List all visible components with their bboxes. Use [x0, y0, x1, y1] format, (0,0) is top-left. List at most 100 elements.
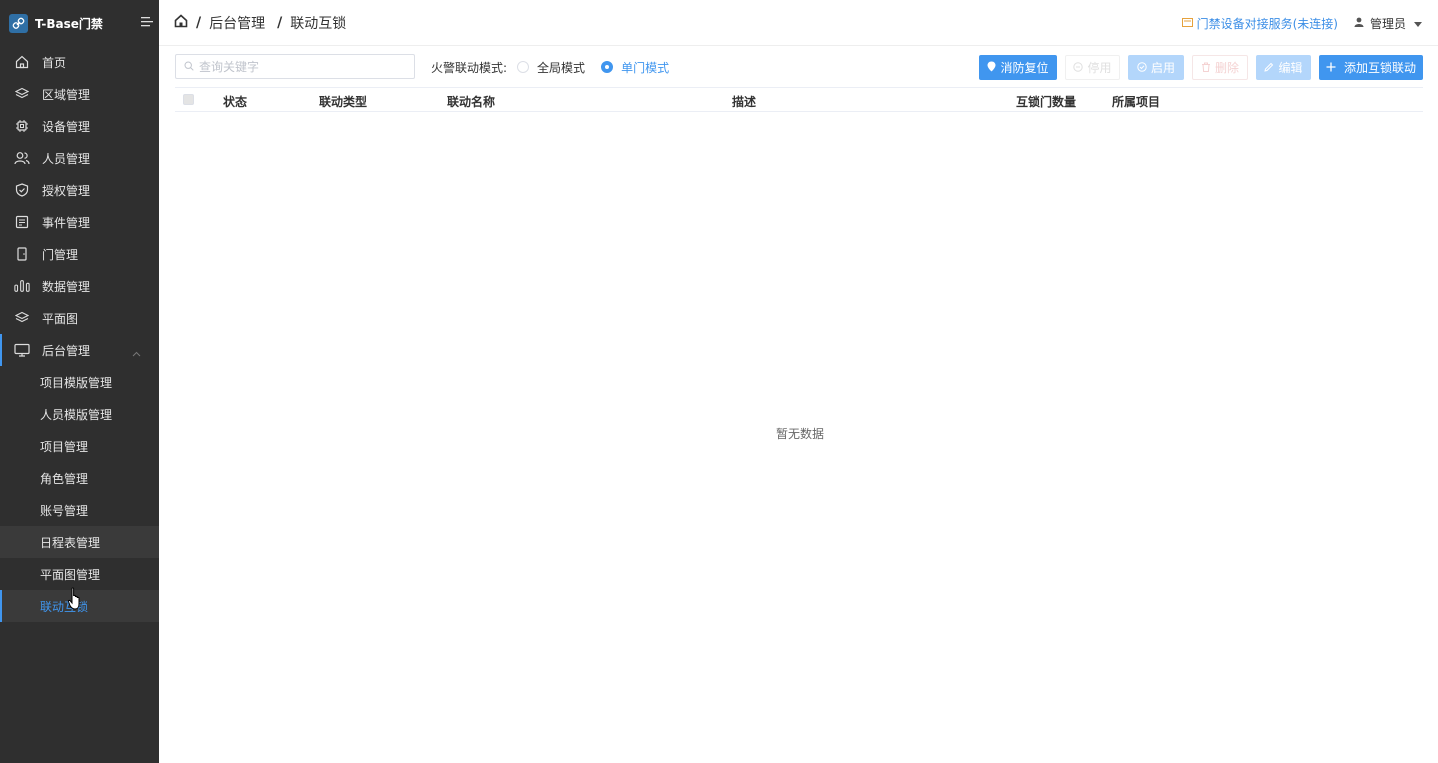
- column-header-description: 描述: [732, 95, 757, 109]
- sidebar-item-events[interactable]: 事件管理: [0, 206, 159, 238]
- sidebar-subitem-label: 账号管理: [40, 503, 89, 518]
- sidebar-item-label: 首页: [42, 55, 67, 70]
- sidebar-subitem-label: 角色管理: [40, 471, 89, 486]
- sidebar-item-label: 设备管理: [42, 119, 91, 134]
- sidebar-subitem-role[interactable]: 角色管理: [0, 462, 159, 494]
- sidebar-item-data[interactable]: 数据管理: [0, 270, 159, 302]
- sidebar-item-label: 后台管理: [42, 343, 91, 358]
- edit-button[interactable]: 编辑: [1256, 55, 1311, 80]
- check-circle-icon: [1137, 61, 1147, 75]
- breadcrumb-separator: /: [196, 14, 202, 31]
- sidebar-item-people[interactable]: 人员管理: [0, 142, 159, 174]
- sidebar-subitem-label: 项目管理: [40, 439, 89, 454]
- sidebar-subitem-label: 人员模版管理: [40, 407, 113, 422]
- breadcrumb-item[interactable]: 后台管理: [209, 13, 265, 33]
- header-right: 门禁设备对接服务(未连接) 管理员: [1181, 0, 1422, 46]
- sidebar-subitem-account[interactable]: 账号管理: [0, 494, 159, 526]
- sidebar-item-auth[interactable]: 授权管理: [0, 174, 159, 206]
- caret-down-icon: [1414, 16, 1422, 30]
- sidebar-item-label: 授权管理: [42, 183, 91, 198]
- search-placeholder: 查询关键字: [199, 60, 260, 74]
- collapse-menu-icon[interactable]: [141, 16, 154, 28]
- service-status-text: 门禁设备对接服务(未连接): [1196, 16, 1338, 31]
- pencil-icon: [1264, 61, 1274, 75]
- sidebar-item-label: 数据管理: [42, 279, 91, 294]
- breadcrumb: / 后台管理 / 联动互锁: [174, 13, 346, 33]
- enable-button[interactable]: 启用: [1128, 55, 1184, 80]
- button-label: 删除: [1214, 61, 1239, 75]
- search-input[interactable]: 查询关键字: [175, 54, 415, 79]
- chevron-up-icon: [132, 346, 141, 360]
- sidebar-nav: 首页 区域管理 设备管理 人员管理 授权管理 事件管理 门管理 数据管理 平面图…: [0, 46, 159, 622]
- sidebar-item-door[interactable]: 门管理: [0, 238, 159, 270]
- column-header-project: 所属项目: [1112, 95, 1161, 109]
- sidebar-item-label: 门管理: [42, 247, 79, 262]
- service-status[interactable]: 门禁设备对接服务(未连接): [1181, 15, 1338, 32]
- sidebar-subitem-project[interactable]: 项目管理: [0, 430, 159, 462]
- sidebar-item-device[interactable]: 设备管理: [0, 110, 159, 142]
- sidebar-item-floorplan[interactable]: 平面图: [0, 302, 159, 334]
- user-menu[interactable]: 管理员: [1354, 15, 1422, 32]
- sidebar-subitem-project-template[interactable]: 项目模版管理: [0, 366, 159, 398]
- door-icon: [14, 246, 30, 262]
- sidebar-subitem-label: 平面图管理: [40, 567, 101, 582]
- breadcrumb-separator: /: [277, 14, 283, 31]
- column-header-name: 联动名称: [447, 95, 496, 109]
- sidebar-item-home[interactable]: 首页: [0, 46, 159, 78]
- sidebar-subitem-label: 日程表管理: [40, 535, 101, 550]
- empty-table-text: 暂无数据: [776, 427, 825, 441]
- column-header-type: 联动类型: [319, 95, 368, 109]
- select-all-checkbox[interactable]: [183, 94, 194, 105]
- location-pin-icon: [987, 61, 996, 75]
- button-label: 编辑: [1278, 61, 1303, 75]
- search-icon: [184, 60, 194, 74]
- column-header-status: 状态: [223, 95, 248, 109]
- breadcrumb-item: 联动互锁: [290, 15, 347, 32]
- home-icon[interactable]: [174, 13, 188, 32]
- mail-icon: [1181, 16, 1193, 30]
- hand-cursor-icon: [67, 587, 82, 614]
- disable-button[interactable]: 停用: [1065, 55, 1120, 80]
- fire-mode-label: 火警联动模式:: [431, 60, 508, 75]
- trash-icon: [1201, 61, 1211, 75]
- sidebar-item-label: 区域管理: [42, 87, 91, 102]
- layers-icon: [14, 310, 30, 326]
- radio-label: 全局模式: [537, 60, 586, 75]
- fire-mode-group: 火警联动模式: 全局模式 单门模式: [431, 59, 669, 75]
- radio-label: 单门模式: [621, 60, 670, 75]
- users-icon: [14, 150, 30, 166]
- sidebar-item-area[interactable]: 区域管理: [0, 78, 159, 110]
- fire-reset-button[interactable]: 消防复位: [979, 55, 1057, 80]
- app-title: T-Base门禁: [35, 16, 103, 31]
- shield-icon: [14, 182, 30, 198]
- add-interlock-button[interactable]: 添加互锁联动: [1319, 55, 1423, 80]
- link-logo-icon: [9, 13, 28, 33]
- sidebar: T-Base门禁 首页 区域管理 设备管理 人员管理 授权管理 事件管理 门管理…: [0, 0, 159, 763]
- sidebar-item-backend[interactable]: 后台管理: [0, 334, 159, 366]
- sidebar-item-label: 人员管理: [42, 151, 91, 166]
- bar-chart-icon: [14, 278, 30, 294]
- user-name: 管理员: [1369, 16, 1406, 31]
- sidebar-subitem-floorplan-mgmt[interactable]: 平面图管理: [0, 558, 159, 590]
- button-label: 添加互锁联动: [1343, 61, 1416, 75]
- sidebar-subitem-label: 项目模版管理: [40, 375, 113, 390]
- radio-single-mode[interactable]: 单门模式: [601, 59, 669, 76]
- sidebar-item-label: 平面图: [42, 311, 79, 326]
- button-label: 启用: [1150, 61, 1175, 75]
- chip-icon: [14, 118, 30, 134]
- home-icon: [14, 54, 30, 70]
- delete-button[interactable]: 删除: [1192, 55, 1248, 80]
- radio-circle: [517, 61, 530, 73]
- brand: T-Base门禁: [0, 0, 159, 46]
- sidebar-subitem-person-template[interactable]: 人员模版管理: [0, 398, 159, 430]
- sidebar-subitem-schedule[interactable]: 日程表管理: [0, 526, 159, 558]
- column-header-door-count: 互锁门数量: [1016, 95, 1077, 109]
- minus-circle-icon: [1073, 61, 1084, 75]
- top-header: / 后台管理 / 联动互锁 门禁设备对接服务(未连接) 管理员: [159, 0, 1438, 46]
- button-label: 停用: [1087, 61, 1112, 75]
- document-icon: [14, 214, 30, 230]
- radio-global-mode[interactable]: 全局模式: [517, 59, 585, 76]
- button-label: 消防复位: [1000, 61, 1049, 75]
- radio-circle: [601, 61, 614, 73]
- plus-icon: [1326, 61, 1336, 75]
